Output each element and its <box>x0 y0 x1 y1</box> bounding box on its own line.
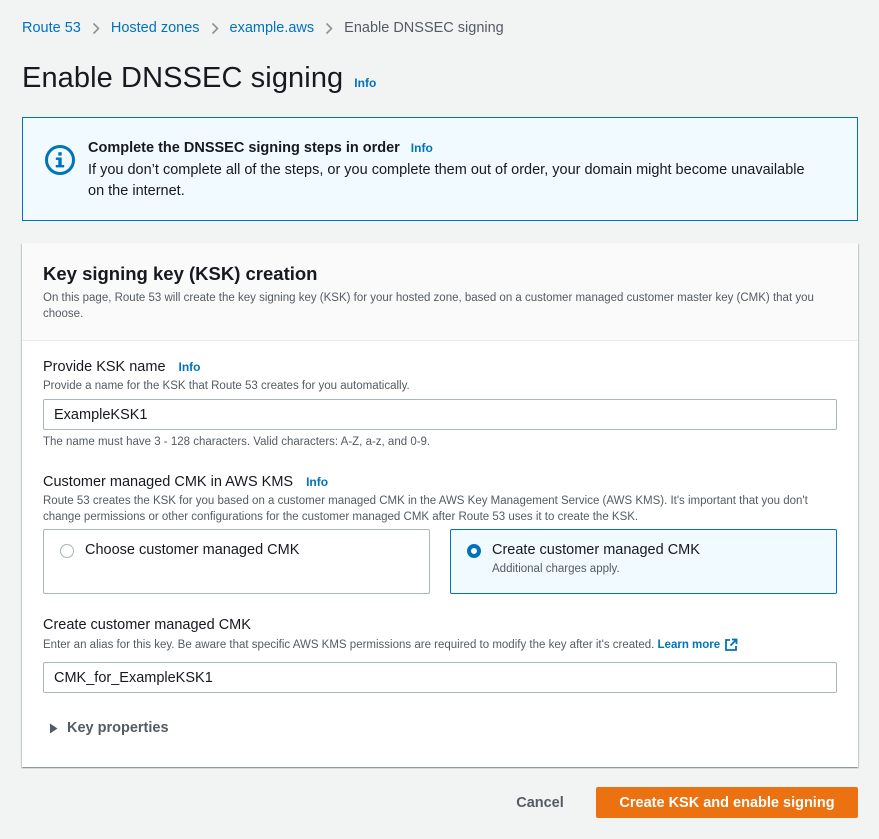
ksk-name-info-link[interactable]: Info <box>179 360 201 374</box>
chevron-right-icon <box>200 22 230 35</box>
chevron-right-icon <box>81 22 111 35</box>
alert-info-link[interactable]: Info <box>411 141 433 155</box>
breadcrumb: Route 53 Hosted zones example.aws Enable… <box>22 18 504 38</box>
create-cmk-sublabel: Additional charges apply. <box>492 563 620 575</box>
cmk-description: Route 53 creates the KSK for you based o… <box>43 495 808 523</box>
key-properties-label: Key properties <box>67 720 169 736</box>
panel-description: On this page, Route 53 will create the k… <box>43 292 814 320</box>
panel-header: Key signing key (KSK) creation On this p… <box>22 243 858 341</box>
create-cmk-description: Enter an alias for this key. Be aware th… <box>43 637 843 653</box>
alert-body: If you don’t complete all of the steps, … <box>88 162 805 199</box>
cmk-label-text: Customer managed CMK in AWS KMS <box>43 474 294 490</box>
ksk-creation-panel: Key signing key (KSK) creation On this p… <box>22 243 858 767</box>
ksk-name-description: Provide a name for the KSK that Route 53… <box>43 380 410 392</box>
choose-cmk-radio[interactable] <box>60 544 74 558</box>
info-circle-icon <box>44 144 76 176</box>
cmk-label: Customer managed CMK in AWS KMS Info <box>43 474 328 490</box>
alert-title: Complete the DNSSEC signing steps in ord… <box>88 140 433 156</box>
create-ksk-enable-signing-button[interactable]: Create KSK and enable signing <box>596 787 858 818</box>
key-properties-expander[interactable]: Key properties <box>49 720 169 736</box>
ksk-name-constraint: The name must have 3 - 128 characters. V… <box>43 436 431 448</box>
page-title: Enable DNSSEC signing <box>22 62 344 94</box>
page-header: Enable DNSSEC signing Info <box>22 62 376 95</box>
create-cmk-radio[interactable] <box>467 544 481 558</box>
learn-more-text: Learn more <box>657 639 721 651</box>
choose-cmk-tile[interactable]: Choose customer managed CMK <box>43 529 430 594</box>
breadcrumb-example-aws[interactable]: example.aws <box>230 20 315 36</box>
breadcrumb-current: Enable DNSSEC signing <box>344 20 504 36</box>
ksk-name-label: Provide KSK name Info <box>43 359 201 375</box>
breadcrumb-route53[interactable]: Route 53 <box>22 20 81 36</box>
panel-title: Key signing key (KSK) creation <box>43 263 318 284</box>
ksk-name-input[interactable] <box>43 399 837 430</box>
page-info-link[interactable]: Info <box>354 76 376 90</box>
ksk-name-label-text: Provide KSK name <box>43 359 166 375</box>
cancel-button[interactable]: Cancel <box>502 787 578 818</box>
learn-more-link[interactable]: Learn more <box>658 637 739 653</box>
alert-title-text: Complete the DNSSEC signing steps in ord… <box>88 140 400 156</box>
create-cmk-field-label: Create customer managed CMK <box>43 617 251 633</box>
create-cmk-tile[interactable]: Create customer managed CMK Additional c… <box>450 529 837 594</box>
caret-right-icon <box>50 723 58 733</box>
create-cmk-description-text: Enter an alias for this key. Be aware th… <box>43 639 655 651</box>
info-alert: Complete the DNSSEC signing steps in ord… <box>22 117 858 221</box>
create-cmk-field-label-text: Create customer managed CMK <box>43 617 251 633</box>
cmk-info-link[interactable]: Info <box>306 475 328 489</box>
choose-cmk-label: Choose customer managed CMK <box>85 542 300 558</box>
external-link-icon <box>725 638 738 651</box>
create-cmk-label: Create customer managed CMK <box>492 542 700 558</box>
chevron-right-icon <box>314 22 344 35</box>
breadcrumb-hosted-zones[interactable]: Hosted zones <box>111 20 200 36</box>
cmk-alias-input[interactable] <box>43 662 837 693</box>
